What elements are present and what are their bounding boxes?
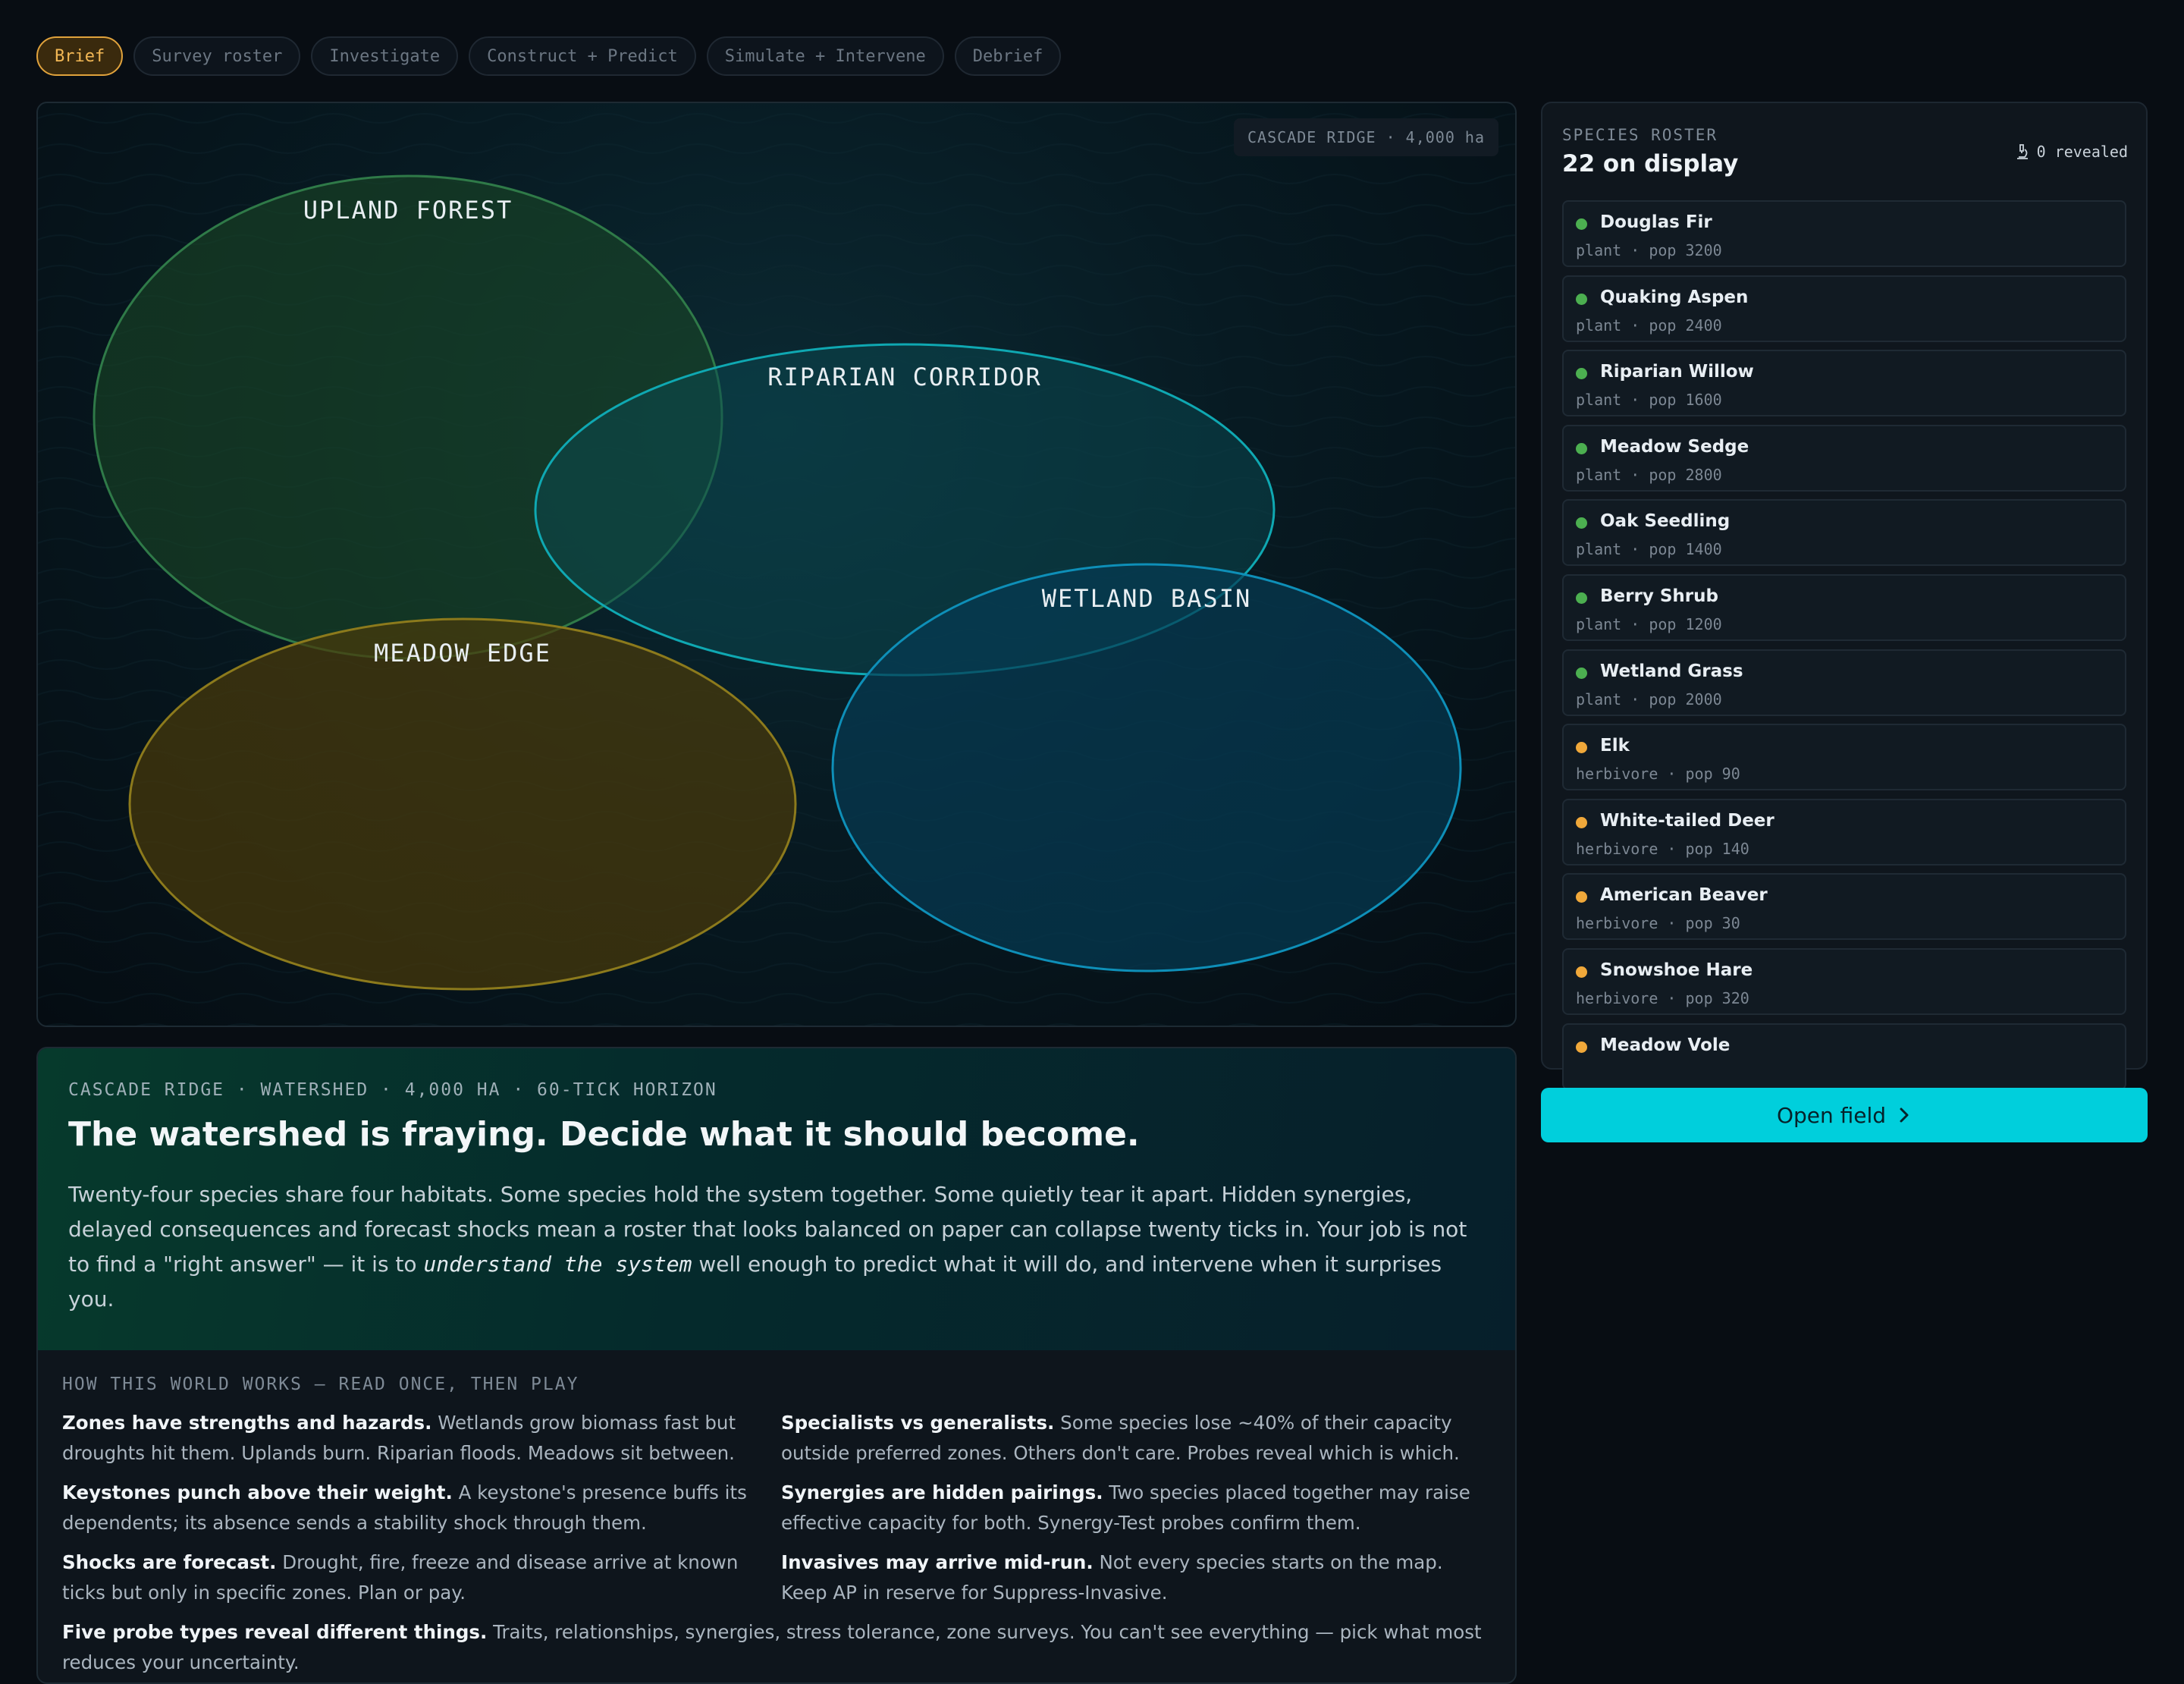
species-item[interactable]: American Beaver herbivore · pop 30	[1562, 873, 2126, 941]
species-name: Douglas Fir	[1600, 212, 1712, 232]
rule-head: Synergies are hidden pairings.	[781, 1481, 1103, 1503]
species-name: Snowshoe Hare	[1600, 960, 1753, 980]
species-meta: herbivore · pop 320	[1576, 988, 1749, 1007]
species-type-dot	[1576, 816, 1587, 828]
species-item[interactable]: Wetland Grass plant · pop 2000	[1562, 649, 2126, 716]
zone-label-wetland-basin: WETLAND BASIN	[1042, 584, 1251, 613]
brief-body: Twenty-four species share four habitats.…	[68, 1177, 1494, 1317]
species-list[interactable]: Douglas Fir plant · pop 3200 Quaking Aspen…	[1562, 200, 2126, 1155]
zone-label-riparian-corridor: RIPARIAN CORRIDOR	[767, 363, 1042, 391]
rule-specialists: Specialists vs generalists. Some species…	[781, 1408, 1486, 1469]
rule-keystones: Keystones punch above their weight. A ke…	[62, 1478, 767, 1538]
species-name: Wetland Grass	[1600, 661, 1743, 681]
species-type-dot	[1576, 1041, 1587, 1053]
species-meta: plant · pop 2800	[1576, 465, 1722, 484]
species-type-dot	[1576, 966, 1587, 978]
microscope-icon	[2016, 144, 2028, 159]
species-type-dot	[1576, 442, 1587, 454]
map-location-badge: CASCADE RIDGE · 4,000 ha	[1234, 118, 1498, 156]
tab-brief[interactable]: Brief	[36, 36, 124, 76]
species-type-dot	[1576, 891, 1587, 903]
rule-probes: Five probe types reveal different things…	[62, 1617, 1488, 1678]
tab-debrief[interactable]: Debrief	[954, 36, 1062, 76]
species-meta: plant · pop 3200	[1576, 241, 1722, 259]
species-type-dot	[1576, 667, 1587, 679]
brief-title: The watershed is fraying. Decide what it…	[68, 1115, 1140, 1154]
rule-head: Shocks are forecast.	[62, 1551, 277, 1573]
rule-head: Invasives may arrive mid-run.	[781, 1551, 1094, 1573]
brief-header: CASCADE RIDGE · WATERSHED · 4,000 HA · 6…	[38, 1048, 1515, 1350]
open-field-label: Open field	[1776, 1102, 1887, 1128]
species-item[interactable]: Quaking Aspen plant · pop 2400	[1562, 275, 2126, 342]
rules-kicker: HOW THIS WORLD WORKS — READ ONCE, THEN P…	[62, 1375, 579, 1394]
species-meta: plant · pop 1600	[1576, 391, 1722, 410]
rule-head: Zones have strengths and hazards.	[62, 1412, 432, 1434]
species-roster-panel: SPECIES ROSTER 22 on display 0 revealed …	[1541, 102, 2148, 1090]
species-name: Oak Seedling	[1600, 511, 1731, 532]
revealed-count: 0 revealed	[2014, 143, 2128, 161]
species-item[interactable]: Elk herbivore · pop 90	[1562, 724, 2126, 791]
species-item[interactable]: Meadow Sedge plant · pop 2800	[1562, 424, 2126, 492]
rule-head: Specialists vs generalists.	[781, 1412, 1055, 1434]
species-item[interactable]: Berry Shrub plant · pop 1200	[1562, 573, 2126, 641]
rule-head: Five probe types reveal different things…	[62, 1621, 488, 1643]
zone-label-meadow-edge: MEADOW EDGE	[374, 639, 551, 668]
rule-shocks: Shocks are forecast. Drought, fire, free…	[62, 1547, 767, 1608]
habitat-map: UPLAND FOREST RIPARIAN CORRIDOR MEADOW E…	[36, 102, 1517, 1027]
species-type-dot	[1576, 517, 1587, 529]
species-name: American Beaver	[1600, 885, 1768, 906]
habitat-map-canvas: UPLAND FOREST RIPARIAN CORRIDOR MEADOW E…	[38, 103, 1515, 1026]
species-name: Riparian Willow	[1600, 362, 1754, 382]
species-name: Elk	[1600, 736, 1630, 756]
species-name: Berry Shrub	[1600, 586, 1718, 606]
brief-kicker: CASCADE RIDGE · WATERSHED · 4,000 HA · 6…	[68, 1080, 717, 1100]
roster-kicker: SPECIES ROSTER	[1562, 126, 1718, 144]
species-type-dot	[1576, 218, 1587, 230]
rule-synergies: Synergies are hidden pairings. Two speci…	[781, 1478, 1486, 1538]
brief-card: CASCADE RIDGE · WATERSHED · 4,000 HA · 6…	[36, 1047, 1517, 1684]
species-type-dot	[1576, 293, 1587, 305]
species-name: White-tailed Deer	[1600, 810, 1774, 831]
species-meta: plant · pop 1200	[1576, 614, 1722, 633]
zone-label-upland-forest: UPLAND FOREST	[303, 196, 513, 225]
species-item[interactable]: Meadow Vole	[1562, 1023, 2126, 1090]
zone-wetland-basin[interactable]	[831, 563, 1462, 972]
species-meta: plant · pop 1400	[1576, 540, 1722, 559]
species-item[interactable]: Oak Seedling plant · pop 1400	[1562, 499, 2126, 567]
tab-survey-roster[interactable]: Survey roster	[133, 36, 301, 76]
species-name: Quaking Aspen	[1600, 287, 1749, 307]
species-item[interactable]: Riparian Willow plant · pop 1600	[1562, 350, 2126, 417]
chevron-right-icon	[1900, 1107, 1909, 1123]
species-meta: herbivore · pop 90	[1576, 765, 1740, 784]
tab-simulate-intervene[interactable]: Simulate + Intervene	[706, 36, 944, 76]
species-item[interactable]: Snowshoe Hare herbivore · pop 320	[1562, 947, 2126, 1015]
roster-title: 22 on display	[1562, 150, 1739, 178]
species-meta: herbivore · pop 140	[1576, 839, 1749, 858]
open-field-button[interactable]: Open field	[1541, 1088, 2148, 1142]
species-name: Meadow Sedge	[1600, 436, 1749, 457]
species-item[interactable]: White-tailed Deer herbivore · pop 140	[1562, 798, 2126, 866]
rule-zones: Zones have strengths and hazards. Wetlan…	[62, 1408, 767, 1469]
zone-meadow-edge[interactable]	[128, 617, 797, 991]
species-name: Meadow Vole	[1600, 1035, 1731, 1055]
rule-head: Keystones punch above their weight.	[62, 1481, 453, 1503]
species-meta: plant · pop 2400	[1576, 316, 1722, 335]
species-item[interactable]: Douglas Fir plant · pop 3200	[1562, 200, 2126, 267]
species-type-dot	[1576, 742, 1587, 754]
species-type-dot	[1576, 368, 1587, 380]
phase-tabs: Brief Survey roster Investigate Construc…	[36, 36, 1062, 76]
species-type-dot	[1576, 592, 1587, 604]
brief-body-emphasis: understand the system	[423, 1252, 692, 1277]
tab-construct-predict[interactable]: Construct + Predict	[469, 36, 696, 76]
revealed-count-text: 0 revealed	[2036, 143, 2128, 161]
species-meta: plant · pop 2000	[1576, 690, 1722, 708]
tab-investigate[interactable]: Investigate	[311, 36, 459, 76]
species-meta: herbivore · pop 30	[1576, 914, 1740, 933]
rule-invasives: Invasives may arrive mid-run. Not every …	[781, 1547, 1486, 1608]
